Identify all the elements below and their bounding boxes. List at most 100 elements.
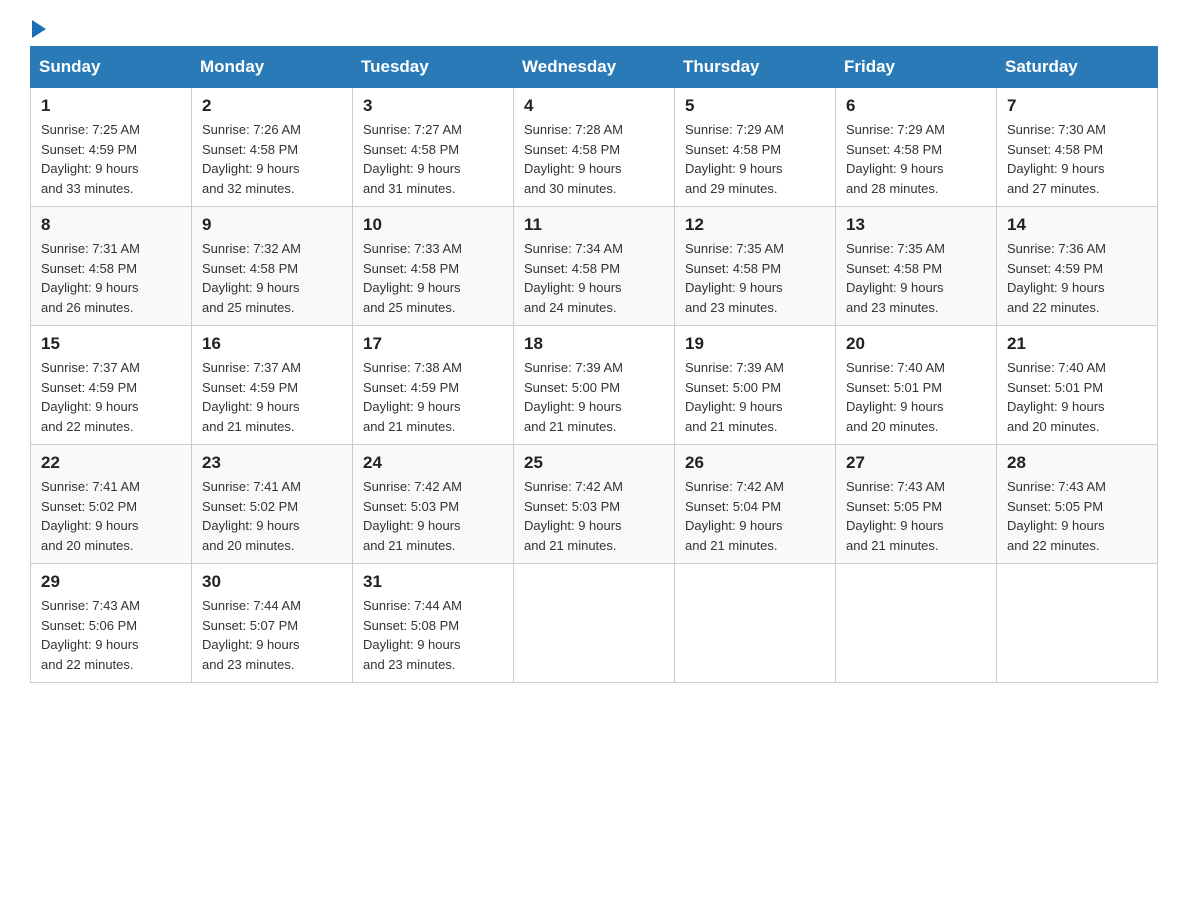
calendar-header-row: SundayMondayTuesdayWednesdayThursdayFrid… <box>31 47 1158 88</box>
day-info: Sunrise: 7:41 AMSunset: 5:02 PMDaylight:… <box>41 477 181 555</box>
day-number: 20 <box>846 334 986 354</box>
calendar-cell: 20 Sunrise: 7:40 AMSunset: 5:01 PMDayligh… <box>836 326 997 445</box>
calendar-cell: 17 Sunrise: 7:38 AMSunset: 4:59 PMDayligh… <box>353 326 514 445</box>
day-number: 5 <box>685 96 825 116</box>
calendar-cell <box>836 564 997 683</box>
day-info: Sunrise: 7:34 AMSunset: 4:58 PMDaylight:… <box>524 239 664 317</box>
calendar-cell: 15 Sunrise: 7:37 AMSunset: 4:59 PMDayligh… <box>31 326 192 445</box>
logo-general <box>30 20 46 40</box>
day-info: Sunrise: 7:35 AMSunset: 4:58 PMDaylight:… <box>846 239 986 317</box>
calendar-cell <box>997 564 1158 683</box>
day-info: Sunrise: 7:44 AMSunset: 5:08 PMDaylight:… <box>363 596 503 674</box>
calendar-cell <box>675 564 836 683</box>
day-info: Sunrise: 7:33 AMSunset: 4:58 PMDaylight:… <box>363 239 503 317</box>
calendar-cell: 29 Sunrise: 7:43 AMSunset: 5:06 PMDayligh… <box>31 564 192 683</box>
day-info: Sunrise: 7:44 AMSunset: 5:07 PMDaylight:… <box>202 596 342 674</box>
calendar-cell: 1 Sunrise: 7:25 AMSunset: 4:59 PMDaylight… <box>31 88 192 207</box>
day-info: Sunrise: 7:37 AMSunset: 4:59 PMDaylight:… <box>202 358 342 436</box>
day-number: 15 <box>41 334 181 354</box>
calendar-cell: 30 Sunrise: 7:44 AMSunset: 5:07 PMDayligh… <box>192 564 353 683</box>
weekday-header-wednesday: Wednesday <box>514 47 675 88</box>
day-number: 2 <box>202 96 342 116</box>
day-info: Sunrise: 7:42 AMSunset: 5:03 PMDaylight:… <box>363 477 503 555</box>
day-number: 24 <box>363 453 503 473</box>
calendar-cell: 10 Sunrise: 7:33 AMSunset: 4:58 PMDayligh… <box>353 207 514 326</box>
day-info: Sunrise: 7:43 AMSunset: 5:05 PMDaylight:… <box>846 477 986 555</box>
day-number: 26 <box>685 453 825 473</box>
day-info: Sunrise: 7:35 AMSunset: 4:58 PMDaylight:… <box>685 239 825 317</box>
day-info: Sunrise: 7:30 AMSunset: 4:58 PMDaylight:… <box>1007 120 1147 198</box>
calendar-cell: 13Sunrise: 7:35 AMSunset: 4:58 PMDayligh… <box>836 207 997 326</box>
day-number: 31 <box>363 572 503 592</box>
calendar-cell: 27 Sunrise: 7:43 AMSunset: 5:05 PMDayligh… <box>836 445 997 564</box>
day-info: Sunrise: 7:32 AMSunset: 4:58 PMDaylight:… <box>202 239 342 317</box>
day-info: Sunrise: 7:43 AMSunset: 5:06 PMDaylight:… <box>41 596 181 674</box>
day-number: 29 <box>41 572 181 592</box>
day-number: 12 <box>685 215 825 235</box>
day-number: 28 <box>1007 453 1147 473</box>
calendar-cell <box>514 564 675 683</box>
day-info: Sunrise: 7:37 AMSunset: 4:59 PMDaylight:… <box>41 358 181 436</box>
weekday-header-thursday: Thursday <box>675 47 836 88</box>
day-number: 21 <box>1007 334 1147 354</box>
calendar-cell: 21 Sunrise: 7:40 AMSunset: 5:01 PMDayligh… <box>997 326 1158 445</box>
calendar-cell: 22 Sunrise: 7:41 AMSunset: 5:02 PMDayligh… <box>31 445 192 564</box>
calendar-cell: 18 Sunrise: 7:39 AMSunset: 5:00 PMDayligh… <box>514 326 675 445</box>
calendar-cell: 4 Sunrise: 7:28 AMSunset: 4:58 PMDaylight… <box>514 88 675 207</box>
calendar-cell: 24 Sunrise: 7:42 AMSunset: 5:03 PMDayligh… <box>353 445 514 564</box>
calendar-cell: 8Sunrise: 7:31 AMSunset: 4:58 PMDaylight… <box>31 207 192 326</box>
day-number: 3 <box>363 96 503 116</box>
day-info: Sunrise: 7:40 AMSunset: 5:01 PMDaylight:… <box>1007 358 1147 436</box>
day-info: Sunrise: 7:42 AMSunset: 5:03 PMDaylight:… <box>524 477 664 555</box>
weekday-header-tuesday: Tuesday <box>353 47 514 88</box>
day-info: Sunrise: 7:38 AMSunset: 4:59 PMDaylight:… <box>363 358 503 436</box>
weekday-header-saturday: Saturday <box>997 47 1158 88</box>
weekday-header-friday: Friday <box>836 47 997 88</box>
calendar-table: SundayMondayTuesdayWednesdayThursdayFrid… <box>30 46 1158 683</box>
day-number: 16 <box>202 334 342 354</box>
calendar-cell: 14Sunrise: 7:36 AMSunset: 4:59 PMDayligh… <box>997 207 1158 326</box>
calendar-cell: 6 Sunrise: 7:29 AMSunset: 4:58 PMDaylight… <box>836 88 997 207</box>
calendar-week-row: 22 Sunrise: 7:41 AMSunset: 5:02 PMDayligh… <box>31 445 1158 564</box>
calendar-cell: 11 Sunrise: 7:34 AMSunset: 4:58 PMDayligh… <box>514 207 675 326</box>
calendar-week-row: 15 Sunrise: 7:37 AMSunset: 4:59 PMDayligh… <box>31 326 1158 445</box>
calendar-cell: 9Sunrise: 7:32 AMSunset: 4:58 PMDaylight… <box>192 207 353 326</box>
calendar-cell: 5 Sunrise: 7:29 AMSunset: 4:58 PMDaylight… <box>675 88 836 207</box>
calendar-cell: 31 Sunrise: 7:44 AMSunset: 5:08 PMDayligh… <box>353 564 514 683</box>
logo <box>30 20 46 36</box>
day-number: 6 <box>846 96 986 116</box>
day-number: 18 <box>524 334 664 354</box>
weekday-header-sunday: Sunday <box>31 47 192 88</box>
day-number: 30 <box>202 572 342 592</box>
day-number: 17 <box>363 334 503 354</box>
calendar-cell: 2Sunrise: 7:26 AMSunset: 4:58 PMDaylight… <box>192 88 353 207</box>
day-info: Sunrise: 7:40 AMSunset: 5:01 PMDaylight:… <box>846 358 986 436</box>
day-number: 4 <box>524 96 664 116</box>
day-number: 7 <box>1007 96 1147 116</box>
day-info: Sunrise: 7:36 AMSunset: 4:59 PMDaylight:… <box>1007 239 1147 317</box>
day-number: 1 <box>41 96 181 116</box>
day-info: Sunrise: 7:29 AMSunset: 4:58 PMDaylight:… <box>846 120 986 198</box>
calendar-cell: 28Sunrise: 7:43 AMSunset: 5:05 PMDayligh… <box>997 445 1158 564</box>
day-info: Sunrise: 7:39 AMSunset: 5:00 PMDaylight:… <box>524 358 664 436</box>
calendar-cell: 12 Sunrise: 7:35 AMSunset: 4:58 PMDayligh… <box>675 207 836 326</box>
weekday-header-monday: Monday <box>192 47 353 88</box>
day-number: 22 <box>41 453 181 473</box>
day-info: Sunrise: 7:25 AMSunset: 4:59 PMDaylight:… <box>41 120 181 198</box>
day-number: 10 <box>363 215 503 235</box>
logo-arrow-icon <box>32 20 46 38</box>
calendar-cell: 3Sunrise: 7:27 AMSunset: 4:58 PMDaylight… <box>353 88 514 207</box>
calendar-week-row: 1 Sunrise: 7:25 AMSunset: 4:59 PMDaylight… <box>31 88 1158 207</box>
calendar-week-row: 29 Sunrise: 7:43 AMSunset: 5:06 PMDayligh… <box>31 564 1158 683</box>
day-number: 27 <box>846 453 986 473</box>
day-number: 19 <box>685 334 825 354</box>
calendar-cell: 16 Sunrise: 7:37 AMSunset: 4:59 PMDayligh… <box>192 326 353 445</box>
day-number: 8 <box>41 215 181 235</box>
calendar-cell: 26Sunrise: 7:42 AMSunset: 5:04 PMDayligh… <box>675 445 836 564</box>
day-number: 11 <box>524 215 664 235</box>
page-header <box>30 20 1158 36</box>
day-info: Sunrise: 7:28 AMSunset: 4:58 PMDaylight:… <box>524 120 664 198</box>
day-info: Sunrise: 7:39 AMSunset: 5:00 PMDaylight:… <box>685 358 825 436</box>
day-info: Sunrise: 7:29 AMSunset: 4:58 PMDaylight:… <box>685 120 825 198</box>
calendar-week-row: 8Sunrise: 7:31 AMSunset: 4:58 PMDaylight… <box>31 207 1158 326</box>
